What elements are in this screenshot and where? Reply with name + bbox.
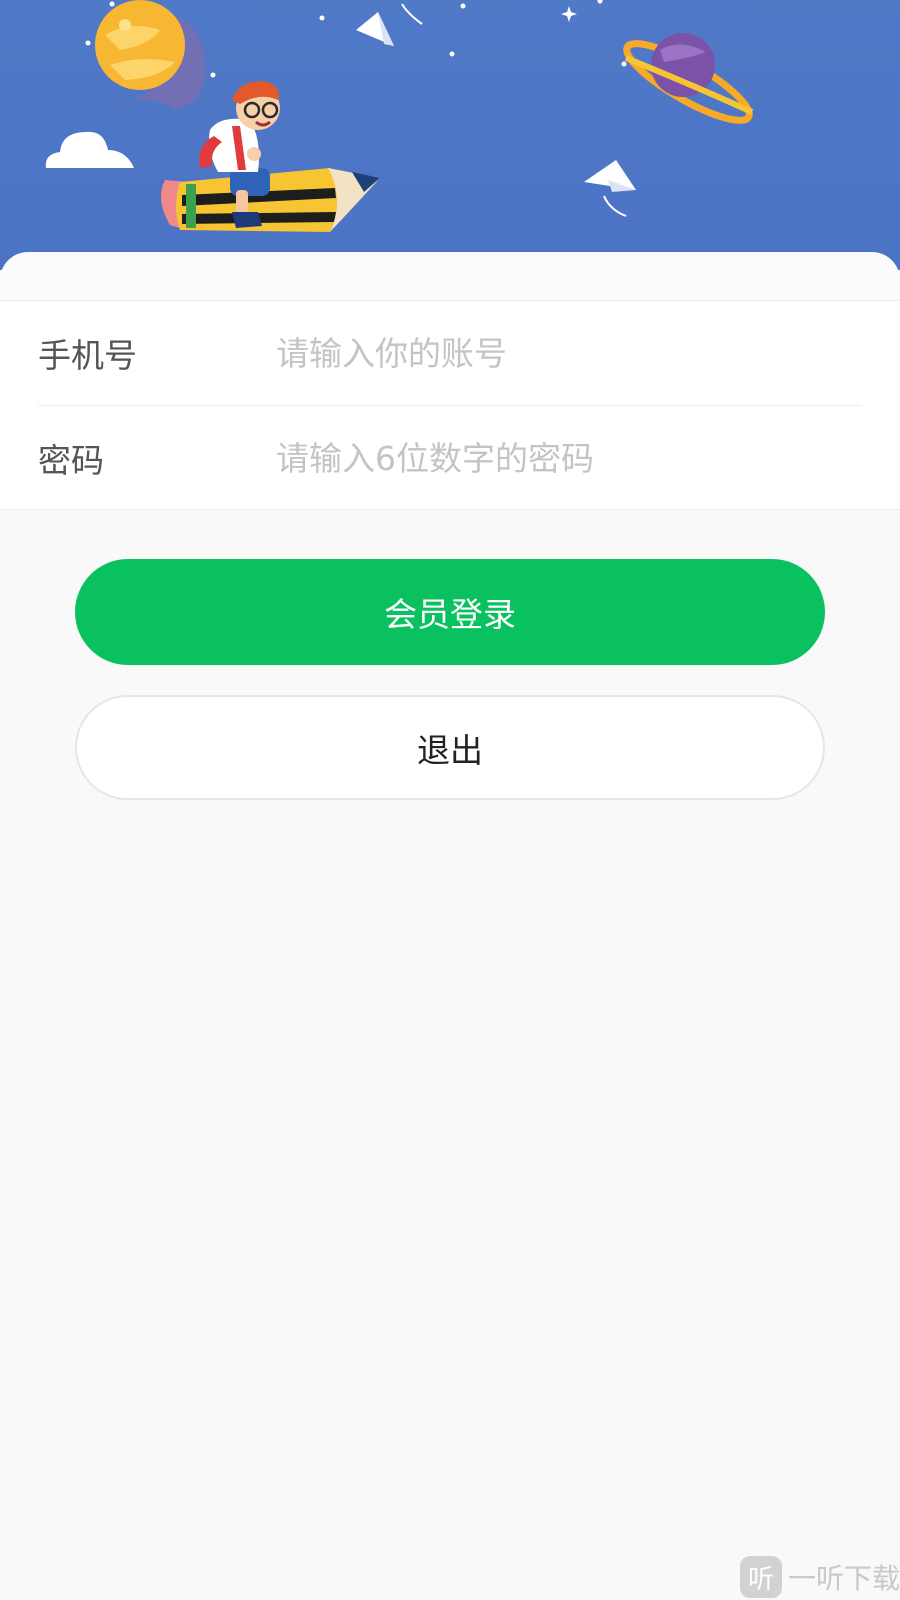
login-button[interactable]: 会员登录	[75, 559, 825, 665]
pencil-icon	[161, 168, 380, 232]
exit-button[interactable]: 退出	[75, 695, 825, 800]
banner-illustration	[45, 0, 754, 232]
phone-input[interactable]	[276, 323, 862, 383]
password-label: 密码	[38, 441, 104, 480]
header-banner	[0, 0, 900, 270]
paper-plane-icon	[356, 3, 423, 46]
password-row: 密码	[38, 406, 862, 510]
watermark-text: 一听下载	[787, 1562, 900, 1595]
cloud-icon	[45, 131, 134, 168]
form-card-top	[0, 252, 900, 300]
phone-row: 手机号	[38, 301, 862, 406]
password-input[interactable]	[276, 428, 862, 488]
paper-plane-icon	[584, 160, 636, 217]
yellow-planet-icon	[95, 0, 206, 110]
phone-label: 手机号	[38, 336, 137, 375]
ringed-planet-icon	[623, 33, 754, 124]
watermark: 听 一听下载	[739, 1554, 900, 1600]
login-form: 手机号 密码	[0, 300, 900, 510]
watermark-logo-icon: 听	[739, 1556, 782, 1598]
